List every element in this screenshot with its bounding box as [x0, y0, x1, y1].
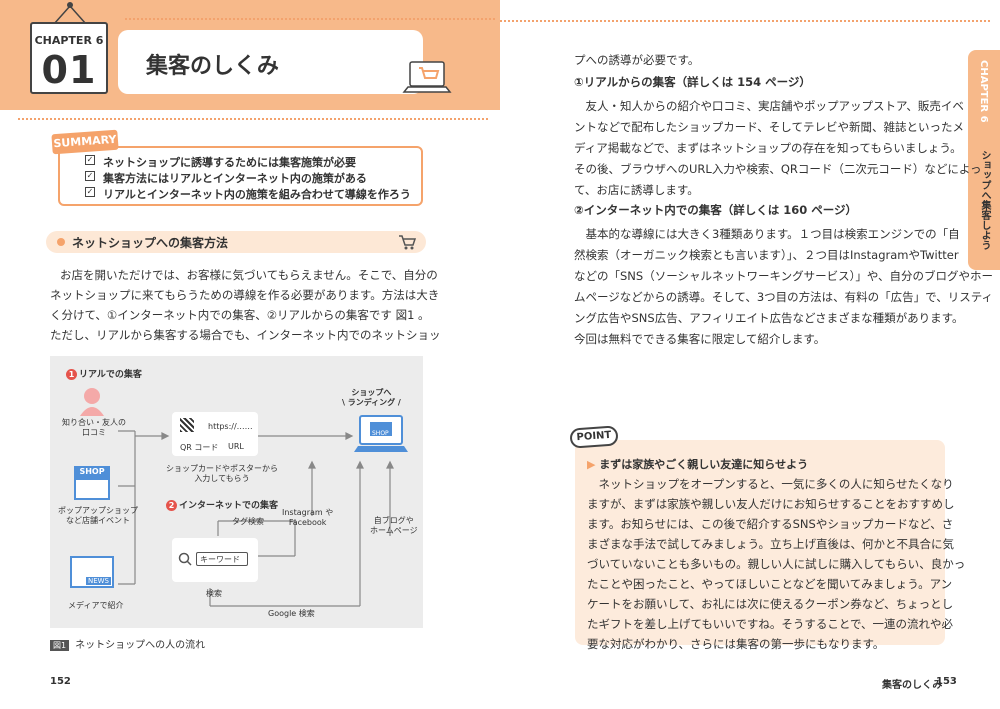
keyword-field: キーワード [196, 552, 248, 566]
dotted-rule [18, 118, 488, 120]
search-label: 検索 [206, 589, 222, 598]
point-line: まざまな手法で試してみましょう。立ち上げ直後は、何かと不具合に気 [587, 537, 954, 551]
checkbox-icon: ✓ [85, 171, 95, 181]
dotted-rule [500, 20, 990, 22]
person-icon [80, 388, 104, 416]
chapter-label: CHAPTER 6 [34, 34, 104, 47]
body-line: ング広告やSNS広告、アフィリエイト広告などさまざまな種類があります。 [574, 311, 964, 325]
body-line: ントなどで配布したショップカード、そしてテレビや新聞、雑誌といったメ [574, 120, 964, 134]
body-line: その後、ブラウザへのURL入力や検索、QRコード（二次元コード）などによっ [574, 162, 982, 176]
body-line: 友人・知人からの紹介や口コミ、実店舗やポップアップストア、販売イベ [574, 99, 964, 113]
page-title: 集客のしくみ [146, 54, 279, 79]
point-line: ケートをお願いして、お礼には次に使えるクーポン券など、ちょっとし [587, 597, 954, 611]
body-line: ディア掲載などで、まずはネットショップの存在を知ってもらいましょう。 [574, 141, 962, 155]
shop-icon: SHOP [74, 466, 110, 500]
body-line: ムページなどからの誘導。そして、3つ目の方法は、有料の「広告」で、リスティ [574, 290, 994, 304]
body-line: などの「SNS（ソーシャルネットワーキングサービス）」や、自分のブログやホー [574, 269, 994, 283]
popup-label: ポップアップショップ など店舗イベント [58, 506, 138, 525]
blog-label: 自ブログや ホームページ [370, 516, 418, 535]
body-line: 然検索（オーガニック検索とも言います）」、２つ目はInstagramやTwitt… [574, 248, 959, 262]
point-box: ▶ まずは家族やごく親しい友達に知らせよう ネットショップをオープンすると、一気… [575, 440, 965, 651]
point-line: ます。お知らせには、この後で紹介するSNSやショップカードなど、さ [587, 517, 954, 531]
bullet-dot [57, 238, 65, 246]
checkbox-icon: ✓ [85, 187, 95, 197]
cart-icon [399, 235, 416, 250]
figure-tag: 図1 [50, 640, 70, 651]
real-heading: 1 リアルでの集客 [66, 367, 142, 380]
body-line: て、お店に誘導します。 [574, 183, 699, 197]
point-line: ネットショップをオープンすると、一気に多くの人に知らせたくなり [587, 477, 954, 491]
section-heading: ネットショップへの集客方法 [46, 231, 426, 253]
point-heading: ▶ まずは家族やごく親しい友達に知らせよう [587, 458, 809, 471]
summary-box: ✓ ネットショップに誘導するためには集客施策が必要 ✓ 集客方法にはリアルとイン… [58, 146, 423, 206]
tab-chapter: CHAPTER 6 [978, 60, 989, 123]
page-number: 152 [50, 676, 71, 687]
card-text: ショップカードやポスターから 入力してもらう [166, 464, 278, 483]
laptop-shop: SHOP [372, 430, 389, 437]
chapter-card: CHAPTER 6 01 [30, 22, 108, 94]
subheading: ②インターネット内での集客（詳しくは 160 ページ） [574, 203, 858, 217]
search-icon [178, 552, 192, 566]
point-line: たギフトを差し上げてもいいですね。そうすることで、一連の流れや必 [587, 617, 954, 631]
instagram-label: Instagram や Facebook [282, 508, 334, 527]
google-label: Google 検索 [268, 609, 315, 618]
url-label: URL [228, 442, 244, 451]
point-line: ますが、まずは家族や親しい友人だけにお知らせすることをおすすめし [587, 497, 955, 511]
figure-caption: 図1 ネットショップへの人の流れ [50, 636, 205, 651]
body-line: ネットショップに来てもらうための導線を作る必要があります。方法は大き [50, 288, 440, 302]
point-line: たことや困ったこと、やってほしいことなどを聞いてみましょう。アン [587, 577, 953, 591]
section-title: ネットショップへの集客方法 [72, 236, 229, 250]
point-tag: POINT [569, 425, 619, 449]
body-line: 基本的な導線には大きく3種類あります。１つ目は検索エンジンでの「自 [574, 227, 960, 241]
tag-search-label: タグ検索 [232, 517, 264, 526]
checkbox-icon: ✓ [85, 155, 95, 165]
qr-label: QR コード [180, 443, 219, 452]
flow-diagram: 1 リアルでの集客 知り合い・友人の 口コミ SHOP ポップアップショップ など… [50, 356, 423, 628]
dotted-rule [125, 18, 495, 20]
media-label: メディアで紹介 [68, 601, 124, 610]
qr-icon [180, 418, 194, 432]
friends-label: 知り合い・友人の 口コミ [62, 418, 126, 437]
footer-title: 集客のしくみ [882, 680, 943, 691]
point-line: づいていないことも多いもの。親しい人に試しに購入してもらい、良かっ [587, 557, 966, 571]
net-heading: 2 インターネットでの集客 [166, 498, 278, 511]
url-text: https://…… [208, 422, 253, 431]
body-line: プへの誘導が必要です。 [574, 53, 700, 67]
laptop-cart-icon [402, 61, 452, 93]
chapter-number: 01 [41, 48, 97, 92]
page-number: 153 [936, 676, 957, 687]
body-line: お店を開いただけでは、お客様に気づいてもらえません。そこで、自分の [60, 268, 438, 282]
search-card: キーワード [172, 538, 258, 582]
left-page: CHAPTER 6 01 集客のしくみ ✓ ネットショップに誘導するためには集客… [0, 0, 500, 709]
landing-label: ショップへ \ ランディング / [342, 388, 401, 407]
qr-card: https://…… QR コード URL [172, 412, 258, 456]
summary-item: ✓ リアルとインターネット内の施策を組み合わせて導線を作ろう [85, 187, 411, 201]
body-line: ただし、リアルから集客する場合でも、インターネット内でのネットショッ [50, 328, 441, 342]
subheading: ①リアルからの集客（詳しくは 154 ページ） [574, 75, 811, 89]
newspaper-icon: NEWS [70, 556, 114, 588]
summary-item: ✓ 集客方法にはリアルとインターネット内の施策がある [85, 171, 367, 185]
title-box: 集客のしくみ [118, 30, 423, 94]
hanger-icon [53, 2, 87, 24]
point-line: 要な対応がわかり、さらには集客の第一歩にもなります。 [587, 637, 885, 651]
body-line: く分けて、①インターネット内での集客、②リアルからの集客です 図1 。 [50, 308, 430, 322]
summary-item: ✓ ネットショップに誘導するためには集客施策が必要 [85, 155, 356, 169]
body-line: 今回は無料でできる集客に限定して紹介します。 [574, 332, 826, 346]
